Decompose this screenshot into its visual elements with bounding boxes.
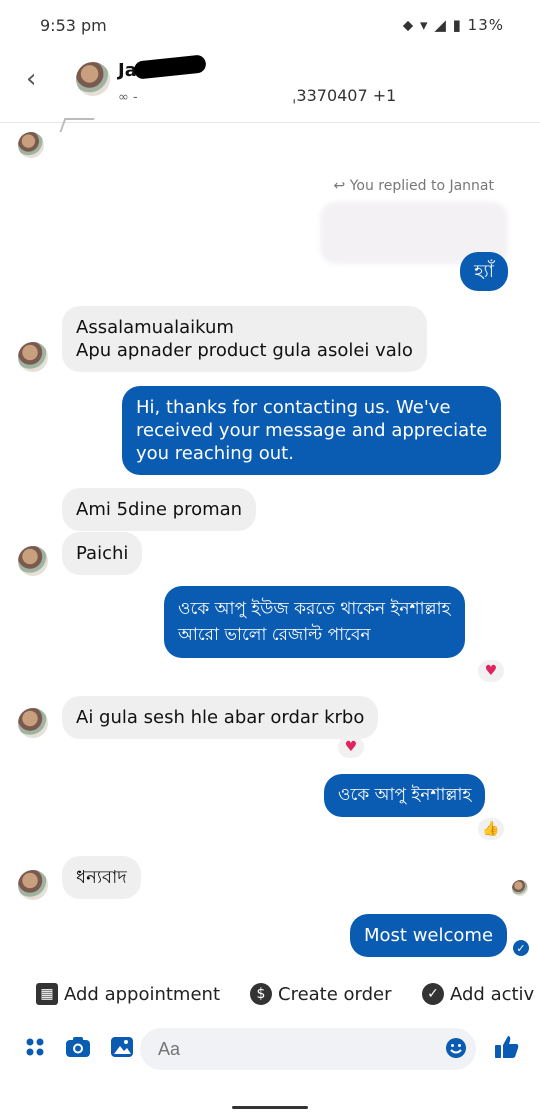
heart-reaction-icon[interactable]: ♥: [478, 660, 504, 682]
status-bar: 9:53 pm ⬥ ▾ ◢ ▮ 13%: [0, 0, 540, 52]
message-input[interactable]: [140, 1028, 476, 1070]
dollar-icon: $: [250, 983, 272, 1005]
reply-line: [59, 118, 95, 132]
thumbs-up-reaction-icon[interactable]: 👍: [478, 818, 504, 840]
chat-header: ‹ Ja ∞ - ˌ3370407 +1: [0, 52, 540, 123]
add-appointment-button[interactable]: ▦ Add appointment: [36, 978, 220, 1010]
contact-avatar[interactable]: [18, 870, 48, 900]
back-arrow-icon[interactable]: ‹: [26, 66, 36, 92]
camera-icon[interactable]: [64, 1034, 92, 1060]
message-out[interactable]: ওকে আপু ইউজ করতে থাকেন ইনশাল্লাহ আরো ভাল…: [164, 586, 465, 658]
check-circle-icon: ✓: [422, 983, 444, 1005]
contact-avatar[interactable]: [18, 708, 48, 738]
message-in[interactable]: ধন্যবাদ: [62, 856, 141, 899]
message-out[interactable]: হ্যাঁ: [460, 252, 508, 291]
emoji-icon[interactable]: [444, 1036, 468, 1060]
contact-subtitle: ∞ -: [118, 90, 138, 105]
like-thumbs-up-icon[interactable]: [492, 1032, 522, 1062]
message-in[interactable]: Paichi: [62, 532, 143, 575]
message-out[interactable]: ওকে আপু ইনশাল্লাহ: [324, 774, 486, 817]
menu-dots-icon[interactable]: [22, 1034, 48, 1060]
status-icons: ⬥ ▾ ◢ ▮ 13%: [403, 16, 504, 34]
reply-note: ↩ You replied to Jannat: [333, 178, 494, 194]
message-in[interactable]: Assalamualaikum Apu apnader product gula…: [62, 306, 427, 372]
message-in[interactable]: Ami 5dine proman: [62, 488, 257, 531]
home-indicator: [232, 1106, 308, 1109]
contact-avatar[interactable]: [18, 342, 48, 372]
add-appointment-label: Add appointment: [64, 983, 221, 1005]
create-order-button[interactable]: $ Create order: [250, 978, 392, 1010]
add-activity-button[interactable]: ✓ Add activ: [422, 978, 534, 1010]
create-order-label: Create order: [278, 983, 392, 1005]
redaction-scribble: [133, 54, 207, 80]
contact-avatar-small: [18, 132, 44, 158]
contact-avatar[interactable]: [76, 62, 110, 96]
calendar-icon: ▦: [36, 983, 58, 1005]
contact-phone: ˌ3370407 +1: [292, 86, 397, 105]
seen-avatar: [512, 880, 528, 896]
battery-level: 13%: [467, 16, 504, 34]
message-out[interactable]: Hi, thanks for contacting us. We've rece…: [122, 386, 502, 475]
heart-reaction-icon[interactable]: ♥: [338, 736, 364, 758]
message-in[interactable]: Ai gula sesh hle abar ordar krbo: [62, 696, 379, 739]
add-activity-label: Add activ: [450, 983, 535, 1005]
message-out[interactable]: Most welcome: [350, 914, 508, 957]
contact-avatar[interactable]: [18, 546, 48, 576]
status-time: 9:53 pm: [40, 16, 107, 35]
signal-icons: ⬥ ▾ ◢ ▮: [402, 16, 462, 34]
delivered-check-icon: ✓: [513, 940, 529, 956]
gallery-icon[interactable]: [108, 1034, 136, 1060]
